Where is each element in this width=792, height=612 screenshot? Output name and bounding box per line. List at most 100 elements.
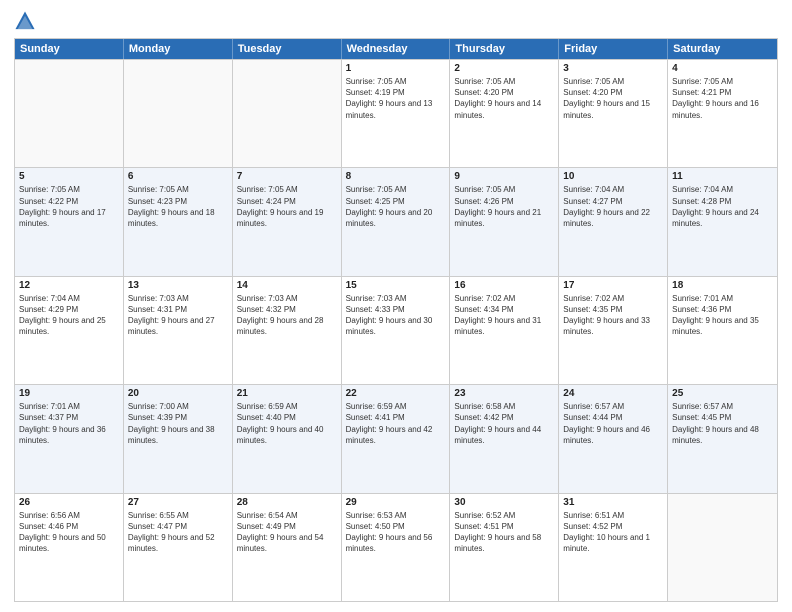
weekday-header-thursday: Thursday [450,39,559,59]
cell-day-number: 6 [128,171,228,182]
calendar-row-3: 19 Sunrise: 7:01 AM Sunset: 4:37 PM Dayli… [15,384,777,492]
calendar-cell-28: 28 Sunrise: 6:54 AM Sunset: 4:49 PM Dayli… [233,494,342,601]
cell-info: Sunrise: 7:02 AM Sunset: 4:35 PM Dayligh… [563,293,663,338]
cell-day-number: 28 [237,497,337,508]
cell-info: Sunrise: 6:54 AM Sunset: 4:49 PM Dayligh… [237,510,337,555]
cell-info: Sunrise: 7:05 AM Sunset: 4:19 PM Dayligh… [346,76,446,121]
cell-day-number: 17 [563,280,663,291]
cell-day-number: 29 [346,497,446,508]
cell-info: Sunrise: 7:01 AM Sunset: 4:36 PM Dayligh… [672,293,773,338]
weekday-header-tuesday: Tuesday [233,39,342,59]
calendar-cell-9: 9Sunrise: 7:05 AM Sunset: 4:26 PM Daylig… [450,168,559,275]
calendar-cell-3: 3Sunrise: 7:05 AM Sunset: 4:20 PM Daylig… [559,60,668,167]
calendar-cell-27: 27 Sunrise: 6:55 AM Sunset: 4:47 PM Dayli… [124,494,233,601]
calendar-cell-23: 23Sunrise: 6:58 AM Sunset: 4:42 PM Dayli… [450,385,559,492]
cell-info: Sunrise: 7:05 AM Sunset: 4:22 PM Dayligh… [19,184,119,229]
cell-day-number: 1 [346,63,446,74]
calendar-cell-29: 29 Sunrise: 6:53 AM Sunset: 4:50 PM Dayli… [342,494,451,601]
calendar-cell-empty [15,60,124,167]
calendar-cell-7: 7 Sunrise: 7:05 AM Sunset: 4:24 PM Daylig… [233,168,342,275]
cell-info: Sunrise: 7:05 AM Sunset: 4:21 PM Dayligh… [672,76,773,121]
cell-info: Sunrise: 7:01 AM Sunset: 4:37 PM Dayligh… [19,401,119,446]
calendar-cell-empty [668,494,777,601]
calendar-cell-24: 24 Sunrise: 6:57 AM Sunset: 4:44 PM Dayli… [559,385,668,492]
calendar-cell-empty [124,60,233,167]
calendar-cell-16: 16Sunrise: 7:02 AM Sunset: 4:34 PM Dayli… [450,277,559,384]
calendar-cell-15: 15 Sunrise: 7:03 AM Sunset: 4:33 PM Dayli… [342,277,451,384]
cell-day-number: 22 [346,388,446,399]
cell-info: Sunrise: 7:05 AM Sunset: 4:23 PM Dayligh… [128,184,228,229]
calendar: SundayMondayTuesdayWednesdayThursdayFrid… [14,38,778,602]
calendar-cell-21: 21 Sunrise: 6:59 AM Sunset: 4:40 PM Dayli… [233,385,342,492]
cell-day-number: 15 [346,280,446,291]
logo-icon [14,10,36,32]
cell-info: Sunrise: 6:51 AM Sunset: 4:52 PM Dayligh… [563,510,663,555]
weekday-header-sunday: Sunday [15,39,124,59]
cell-info: Sunrise: 7:03 AM Sunset: 4:33 PM Dayligh… [346,293,446,338]
calendar-cell-1: 1 Sunrise: 7:05 AM Sunset: 4:19 PM Daylig… [342,60,451,167]
cell-day-number: 11 [672,171,773,182]
cell-info: Sunrise: 7:00 AM Sunset: 4:39 PM Dayligh… [128,401,228,446]
cell-day-number: 2 [454,63,554,74]
calendar-cell-25: 25 Sunrise: 6:57 AM Sunset: 4:45 PM Dayli… [668,385,777,492]
cell-info: Sunrise: 6:56 AM Sunset: 4:46 PM Dayligh… [19,510,119,555]
cell-day-number: 21 [237,388,337,399]
calendar-row-4: 26 Sunrise: 6:56 AM Sunset: 4:46 PM Dayli… [15,493,777,601]
cell-info: Sunrise: 7:02 AM Sunset: 4:34 PM Dayligh… [454,293,554,338]
cell-day-number: 13 [128,280,228,291]
cell-info: Sunrise: 6:57 AM Sunset: 4:45 PM Dayligh… [672,401,773,446]
cell-info: Sunrise: 7:04 AM Sunset: 4:29 PM Dayligh… [19,293,119,338]
cell-day-number: 26 [19,497,119,508]
cell-info: Sunrise: 7:05 AM Sunset: 4:24 PM Dayligh… [237,184,337,229]
cell-day-number: 20 [128,388,228,399]
calendar-header: SundayMondayTuesdayWednesdayThursdayFrid… [15,39,777,59]
calendar-cell-14: 14 Sunrise: 7:03 AM Sunset: 4:32 PM Dayli… [233,277,342,384]
weekday-header-saturday: Saturday [668,39,777,59]
calendar-cell-19: 19 Sunrise: 7:01 AM Sunset: 4:37 PM Dayli… [15,385,124,492]
cell-day-number: 10 [563,171,663,182]
cell-info: Sunrise: 6:53 AM Sunset: 4:50 PM Dayligh… [346,510,446,555]
calendar-cell-11: 11 Sunrise: 7:04 AM Sunset: 4:28 PM Dayli… [668,168,777,275]
cell-info: Sunrise: 6:59 AM Sunset: 4:41 PM Dayligh… [346,401,446,446]
cell-day-number: 4 [672,63,773,74]
cell-day-number: 30 [454,497,554,508]
cell-day-number: 12 [19,280,119,291]
cell-day-number: 19 [19,388,119,399]
calendar-cell-17: 17 Sunrise: 7:02 AM Sunset: 4:35 PM Dayli… [559,277,668,384]
calendar-body: 1 Sunrise: 7:05 AM Sunset: 4:19 PM Daylig… [15,59,777,601]
calendar-cell-12: 12 Sunrise: 7:04 AM Sunset: 4:29 PM Dayli… [15,277,124,384]
cell-day-number: 7 [237,171,337,182]
calendar-cell-2: 2 Sunrise: 7:05 AM Sunset: 4:20 PM Daylig… [450,60,559,167]
cell-day-number: 14 [237,280,337,291]
calendar-cell-4: 4 Sunrise: 7:05 AM Sunset: 4:21 PM Daylig… [668,60,777,167]
calendar-row-1: 5 Sunrise: 7:05 AM Sunset: 4:22 PM Daylig… [15,167,777,275]
calendar-cell-6: 6 Sunrise: 7:05 AM Sunset: 4:23 PM Daylig… [124,168,233,275]
cell-info: Sunrise: 7:05 AM Sunset: 4:26 PM Dayligh… [454,184,554,229]
calendar-row-0: 1 Sunrise: 7:05 AM Sunset: 4:19 PM Daylig… [15,59,777,167]
cell-info: Sunrise: 7:05 AM Sunset: 4:20 PM Dayligh… [454,76,554,121]
calendar-cell-22: 22 Sunrise: 6:59 AM Sunset: 4:41 PM Dayli… [342,385,451,492]
cell-info: Sunrise: 7:04 AM Sunset: 4:28 PM Dayligh… [672,184,773,229]
cell-info: Sunrise: 6:57 AM Sunset: 4:44 PM Dayligh… [563,401,663,446]
calendar-cell-18: 18 Sunrise: 7:01 AM Sunset: 4:36 PM Dayli… [668,277,777,384]
cell-info: Sunrise: 6:55 AM Sunset: 4:47 PM Dayligh… [128,510,228,555]
cell-info: Sunrise: 7:05 AM Sunset: 4:20 PM Dayligh… [563,76,663,121]
cell-day-number: 18 [672,280,773,291]
calendar-cell-31: 31 Sunrise: 6:51 AM Sunset: 4:52 PM Dayli… [559,494,668,601]
cell-info: Sunrise: 7:03 AM Sunset: 4:31 PM Dayligh… [128,293,228,338]
header [14,10,778,32]
logo [14,10,40,32]
cell-info: Sunrise: 6:52 AM Sunset: 4:51 PM Dayligh… [454,510,554,555]
cell-info: Sunrise: 6:58 AM Sunset: 4:42 PM Dayligh… [454,401,554,446]
cell-info: Sunrise: 6:59 AM Sunset: 4:40 PM Dayligh… [237,401,337,446]
cell-day-number: 31 [563,497,663,508]
cell-day-number: 25 [672,388,773,399]
calendar-cell-20: 20 Sunrise: 7:00 AM Sunset: 4:39 PM Dayli… [124,385,233,492]
cell-day-number: 27 [128,497,228,508]
cell-day-number: 5 [19,171,119,182]
cell-day-number: 8 [346,171,446,182]
calendar-cell-empty [233,60,342,167]
calendar-cell-30: 30 Sunrise: 6:52 AM Sunset: 4:51 PM Dayli… [450,494,559,601]
cell-info: Sunrise: 7:03 AM Sunset: 4:32 PM Dayligh… [237,293,337,338]
cell-day-number: 24 [563,388,663,399]
